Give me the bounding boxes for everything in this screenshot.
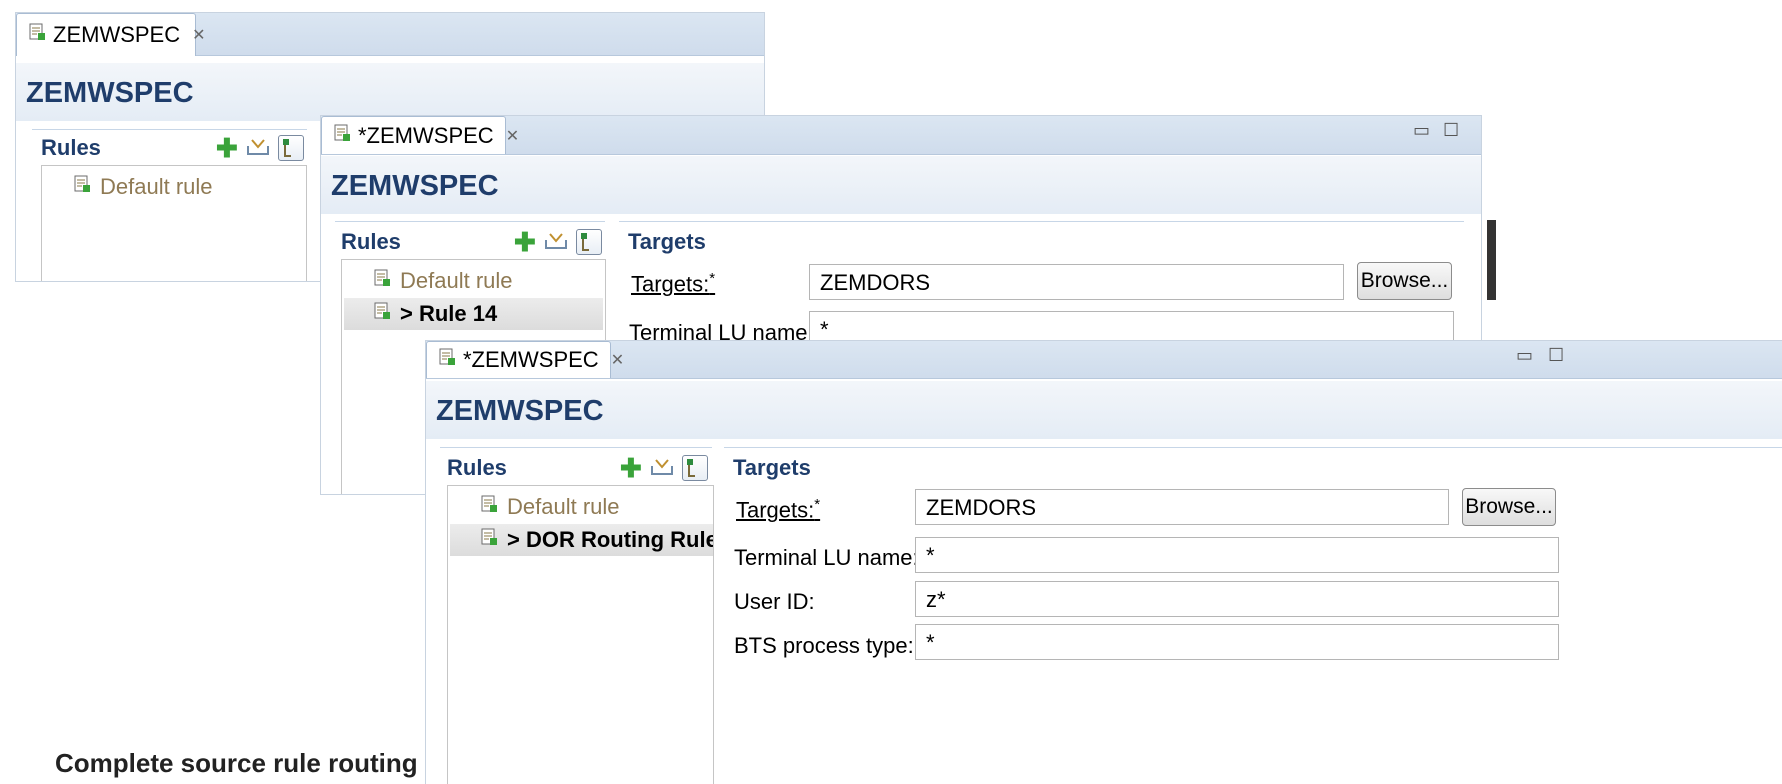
tab-bar: ZEMWSPEC ✕ [16,13,764,56]
tab-bar: *ZEMWSPEC ✕ ▭ ☐ [321,116,1481,155]
maximize-icon[interactable]: ☐ [1443,120,1459,141]
import-icon[interactable] [246,136,270,161]
tab-zemwspec-dirty[interactable]: *ZEMWSPEC ✕ [321,116,519,154]
rules-tree: Default rule [41,165,307,281]
browse-button[interactable]: Browse... [1462,488,1556,526]
close-icon[interactable]: ✕ [611,350,624,370]
user-id-label: User ID: [734,589,815,614]
tree-item-label: Default rule [400,268,513,293]
rules-toolbar: ✚ [620,455,708,481]
tab-bar: *ZEMWSPEC ✕ ▭ ☐ [426,341,1782,379]
targets-section-title: Targets [628,229,706,254]
close-icon[interactable]: ✕ [506,126,519,146]
rules-tree: Default rule > DOR Routing Rule [447,485,714,784]
bts-process-type-input[interactable]: * [915,624,1559,660]
rules-section-title: Rules [447,455,507,480]
editor-header: ZEMWSPEC [321,156,1481,214]
targets-label[interactable]: Targets:* [631,270,715,297]
tab-zemwspec-dirty[interactable]: *ZEMWSPEC ✕ [426,341,624,378]
rule-icon [72,174,92,200]
background-text: Complete source rule routing [55,748,418,778]
tab-title: *ZEMWSPEC [358,122,494,148]
editor-panel-3: *ZEMWSPEC ✕ ▭ ☐ ZEMWSPEC Rules ✚ Default… [425,340,1782,784]
tree-item-default-rule[interactable]: Default rule [479,494,620,520]
tree-item-dor-routing-rule[interactable]: > DOR Routing Rule [450,524,713,556]
terminal-lu-label: Terminal LU name: [734,545,919,570]
plus-icon[interactable]: ✚ [620,455,642,481]
browse-button[interactable]: Browse... [1357,262,1452,300]
tab-title: ZEMWSPEC [53,22,181,47]
maximize-icon[interactable]: ☐ [1548,345,1564,366]
tree-item-default-rule[interactable]: Default rule [372,268,513,294]
tab-zemwspec[interactable]: ZEMWSPEC ✕ [16,13,206,56]
editor-title: ZEMWSPEC [26,77,194,109]
rules-toolbar: ✚ [216,135,304,161]
editor-title: ZEMWSPEC [436,395,604,427]
bts-process-type-label: BTS process type: [734,633,914,658]
close-icon[interactable]: ✕ [192,25,205,45]
minimize-icon[interactable]: ▭ [1413,120,1430,141]
tab-title: *ZEMWSPEC [463,347,599,372]
tree-item-label: Default rule [507,494,620,519]
targets-input[interactable]: ZEMDORS [915,489,1449,525]
rule-icon [27,22,47,48]
plus-icon[interactable]: ✚ [514,229,536,255]
rules-section-title: Rules [341,229,401,254]
editor-header: ZEMWSPEC [16,63,764,121]
rule-icon [372,268,392,294]
import-icon[interactable] [544,230,568,255]
import-icon[interactable] [650,456,674,481]
editor-header: ZEMWSPEC [426,381,1782,439]
user-id-input[interactable]: z* [915,581,1559,617]
tree-view-icon[interactable] [277,135,304,161]
tree-item-default-rule[interactable]: Default rule [72,174,213,200]
dark-edge [1487,220,1496,300]
editor-title: ZEMWSPEC [331,170,499,202]
minimize-icon[interactable]: ▭ [1516,345,1533,366]
targets-input[interactable]: ZEMDORS [809,264,1344,300]
rules-section-title: Rules [41,135,101,160]
targets-label[interactable]: Targets:* [736,496,820,523]
tree-item-label: Default rule [100,174,213,199]
targets-section-title: Targets [733,455,811,480]
rule-icon [437,347,457,373]
tree-view-icon[interactable] [681,455,708,481]
rule-icon [332,123,352,149]
tree-item-label: > DOR Routing Rule [507,527,713,552]
plus-icon[interactable]: ✚ [216,135,238,161]
tree-view-icon[interactable] [575,229,602,255]
rule-icon [372,301,392,327]
tree-item-label: > Rule 14 [400,301,498,326]
terminal-lu-input[interactable]: * [915,537,1559,573]
tree-item-rule-14[interactable]: > Rule 14 [344,298,603,330]
rule-icon [479,527,499,553]
rules-toolbar: ✚ [514,229,602,255]
rule-icon [479,494,499,520]
